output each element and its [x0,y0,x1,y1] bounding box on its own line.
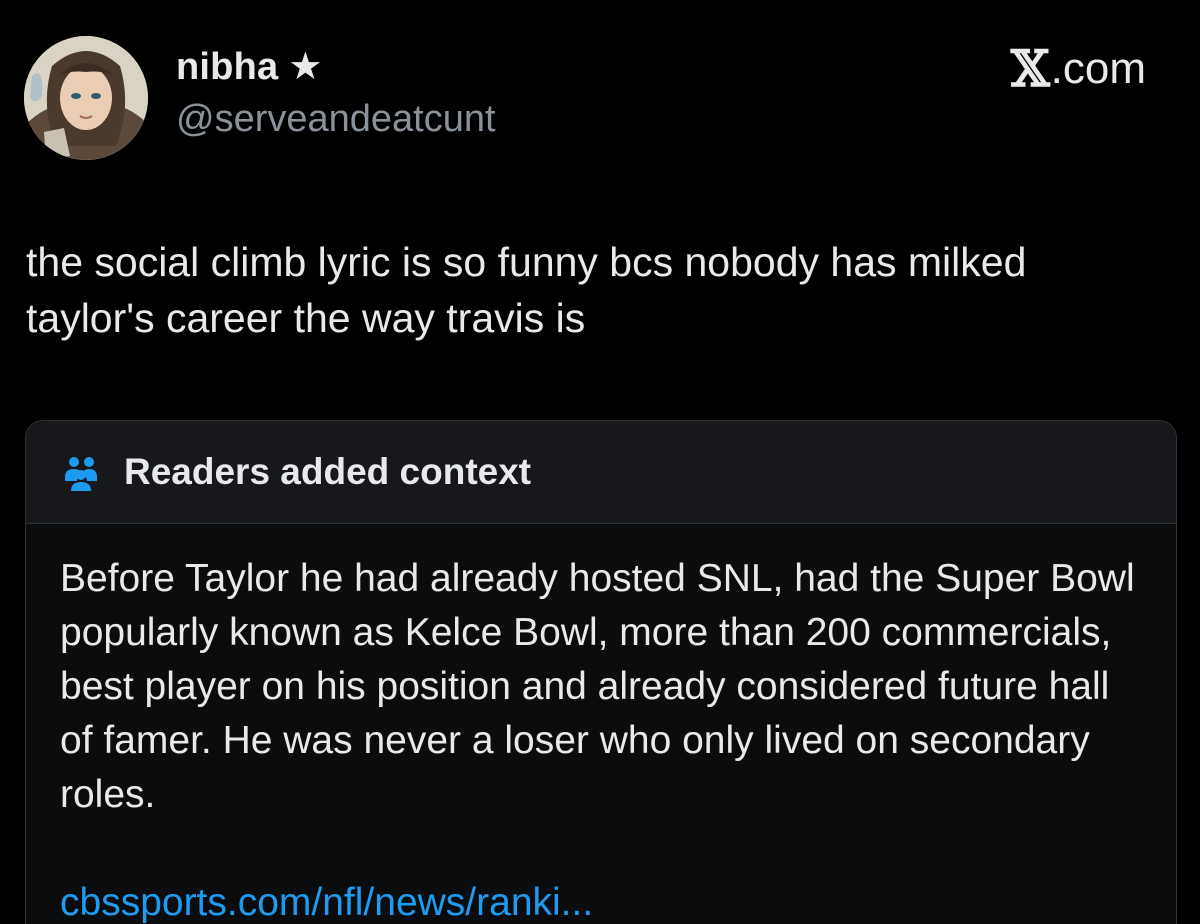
brand-logo: 𝕏 .com [1011,44,1146,94]
author-block: nibha ★ @serveandeatcunt [176,42,496,141]
community-note-header: Readers added context [26,421,1176,524]
community-note-body: Before Taylor he had already hosted SNL,… [26,524,1174,924]
community-note-source-link[interactable]: cbssports.com/nfl/news/ranki... [60,876,1140,924]
post-text: the social climb lyric is so funny bcs n… [26,239,1027,341]
avatar-illustration [24,36,148,160]
post-header: nibha ★ @serveandeatcunt 𝕏 .com [24,30,1160,160]
display-name[interactable]: nibha [176,46,278,89]
display-name-row: nibha ★ [176,42,496,92]
community-note-title: Readers added context [124,451,532,492]
user-handle[interactable]: @serveandeatcunt [176,98,496,141]
star-icon: ★ [288,46,323,88]
avatar[interactable] [24,36,148,160]
brand-domain: .com [1050,44,1146,93]
post-screenshot: nibha ★ @serveandeatcunt 𝕏 .com the soci… [0,0,1200,924]
community-note-text: Before Taylor he had already hosted SNL,… [60,557,1135,816]
people-icon [65,457,97,491]
x-logo-icon: 𝕏 [1010,39,1050,98]
community-note-card: Readers added context Before Taylor he h… [25,420,1177,924]
